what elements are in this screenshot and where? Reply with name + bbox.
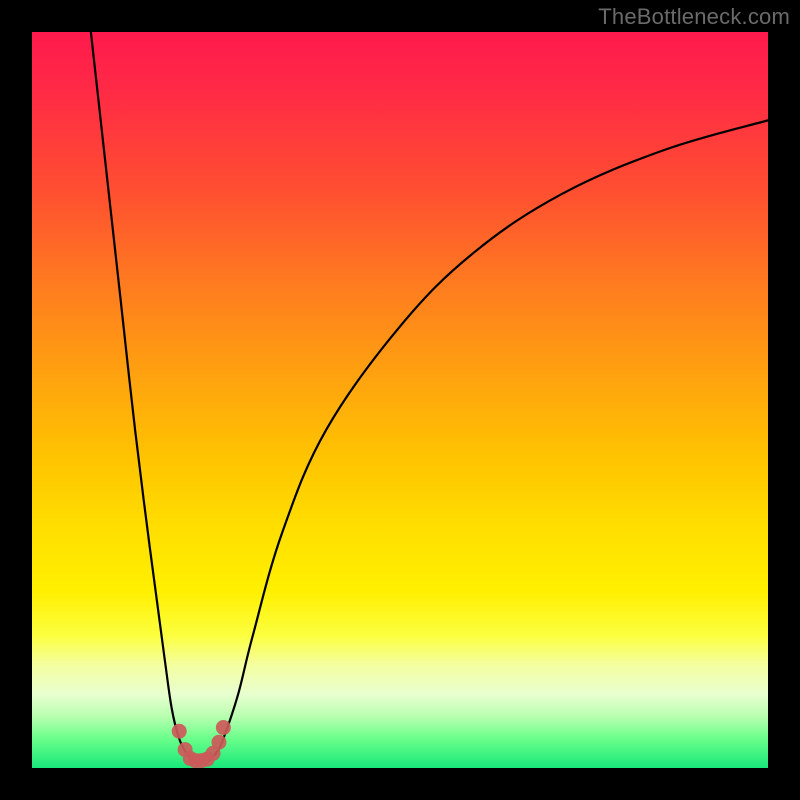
plot-area (32, 32, 768, 768)
valley-point (216, 720, 231, 735)
valley-points (172, 720, 231, 768)
right-curve (209, 120, 768, 760)
valley-point (211, 735, 226, 750)
valley-point (172, 724, 187, 739)
chart-frame: TheBottleneck.com (0, 0, 800, 800)
watermark-text: TheBottleneck.com (598, 4, 790, 30)
left-curve (91, 32, 194, 761)
curve-layer (32, 32, 768, 768)
